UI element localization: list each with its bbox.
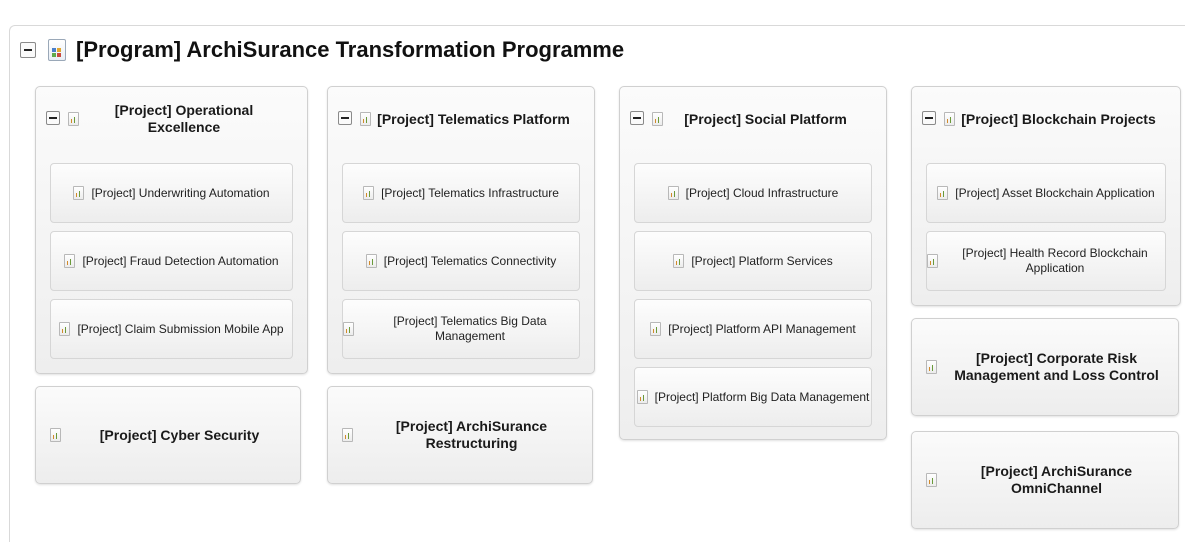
project-icon <box>50 428 61 442</box>
project-item-label: [Project] Telematics Infrastructure <box>381 185 559 200</box>
project-label: [Project] ArchiSurance OmniChannel <box>980 463 1133 496</box>
project-icon <box>360 112 371 126</box>
project-item-label: [Project] Telematics Connectivity <box>383 253 557 268</box>
project-label: [Project] ArchiSurance Restructuring <box>395 418 548 451</box>
project-item-platform-api-management[interactable]: [Project] Platform API Management <box>634 299 872 359</box>
diagram-canvas: [Program] ArchiSurance Transformation Pr… <box>0 0 1185 542</box>
project-item-telematics-infrastructure[interactable]: [Project] Telematics Infrastructure <box>342 163 580 223</box>
project-icon <box>342 428 353 442</box>
project-corporate-risk-management[interactable]: [Project] Corporate Risk Management and … <box>911 318 1179 416</box>
project-item-telematics-connectivity[interactable]: [Project] Telematics Connectivity <box>342 231 580 291</box>
project-item-label: [Project] Platform Big Data Management <box>654 389 870 404</box>
project-item-health-record-blockchain-application[interactable]: [Project] Health Record Blockchain Appli… <box>926 231 1166 291</box>
project-icon <box>636 390 648 404</box>
program-header: [Program] ArchiSurance Transformation Pr… <box>20 35 624 65</box>
group-title: [Project] Telematics Platform <box>377 110 570 127</box>
project-item-fraud-detection-automation[interactable]: [Project] Fraud Detection Automation <box>50 231 293 291</box>
project-icon <box>363 186 375 200</box>
project-icon <box>927 254 938 268</box>
project-icon <box>944 112 955 126</box>
project-icon <box>926 360 937 374</box>
project-group-telematics-platform[interactable]: [Project] Telematics Platform [Project] … <box>327 86 595 374</box>
project-icon <box>59 322 71 336</box>
project-item-label: [Project] Health Record Blockchain Appli… <box>962 246 1148 275</box>
project-item-claim-submission-mobile-app[interactable]: [Project] Claim Submission Mobile App <box>50 299 293 359</box>
project-archisurance-restructuring[interactable]: [Project] ArchiSurance Restructuring <box>327 386 593 484</box>
project-item-label: [Project] Fraud Detection Automation <box>82 253 279 268</box>
project-item-label: [Project] Platform API Management <box>668 321 856 336</box>
project-cyber-security[interactable]: [Project] Cyber Security <box>35 386 301 484</box>
project-label: [Project] Corporate Risk Management and … <box>954 350 1159 383</box>
project-icon <box>937 186 949 200</box>
group-title: [Project] Operational Excellence <box>114 102 254 135</box>
project-item-platform-services[interactable]: [Project] Platform Services <box>634 231 872 291</box>
project-icon <box>64 254 76 268</box>
project-icon <box>343 322 354 336</box>
project-archisurance-omnichannel[interactable]: [Project] ArchiSurance OmniChannel <box>911 431 1179 529</box>
group-header: [Project] Social Platform <box>628 97 878 141</box>
project-group-blockchain-projects[interactable]: [Project] Blockchain Projects [Project] … <box>911 86 1181 306</box>
project-icon <box>667 186 679 200</box>
project-item-label: [Project] Underwriting Automation <box>91 185 270 200</box>
project-group-social-platform[interactable]: [Project] Social Platform [Project] Clou… <box>619 86 887 440</box>
project-icon <box>652 112 663 126</box>
project-item-label: [Project] Telematics Big Data Management <box>393 314 547 343</box>
project-group-operational-excellence[interactable]: [Project] Operational Excellence [Projec… <box>35 86 308 374</box>
collapse-toggle-icon[interactable] <box>922 111 936 125</box>
project-icon <box>68 112 79 126</box>
project-item-asset-blockchain-application[interactable]: [Project] Asset Blockchain Application <box>926 163 1166 223</box>
project-item-platform-big-data-management[interactable]: [Project] Platform Big Data Management <box>634 367 872 427</box>
collapse-toggle-icon[interactable] <box>338 111 352 125</box>
project-icon <box>926 473 937 487</box>
group-header: [Project] Operational Excellence <box>44 97 299 141</box>
program-icon <box>48 39 66 61</box>
project-icon <box>73 186 85 200</box>
collapse-toggle-icon[interactable] <box>46 111 60 125</box>
group-header: [Project] Telematics Platform <box>336 97 586 141</box>
project-item-underwriting-automation[interactable]: [Project] Underwriting Automation <box>50 163 293 223</box>
project-item-label: [Project] Claim Submission Mobile App <box>77 321 284 336</box>
group-title: [Project] Blockchain Projects <box>961 110 1156 127</box>
project-label: [Project] Cyber Security <box>99 426 260 443</box>
collapse-toggle-icon[interactable] <box>20 42 36 58</box>
collapse-toggle-icon[interactable] <box>630 111 644 125</box>
project-item-telematics-big-data-management[interactable]: [Project] Telematics Big Data Management <box>342 299 580 359</box>
program-title: [Program] ArchiSurance Transformation Pr… <box>76 37 625 62</box>
project-icon <box>365 254 377 268</box>
group-title: [Project] Social Platform <box>684 110 847 127</box>
group-header: [Project] Blockchain Projects <box>920 97 1172 141</box>
project-item-cloud-infrastructure[interactable]: [Project] Cloud Infrastructure <box>634 163 872 223</box>
project-icon <box>673 254 685 268</box>
project-item-label: [Project] Platform Services <box>691 253 833 268</box>
project-item-label: [Project] Cloud Infrastructure <box>685 185 839 200</box>
project-icon <box>650 322 662 336</box>
project-item-label: [Project] Asset Blockchain Application <box>955 185 1155 200</box>
